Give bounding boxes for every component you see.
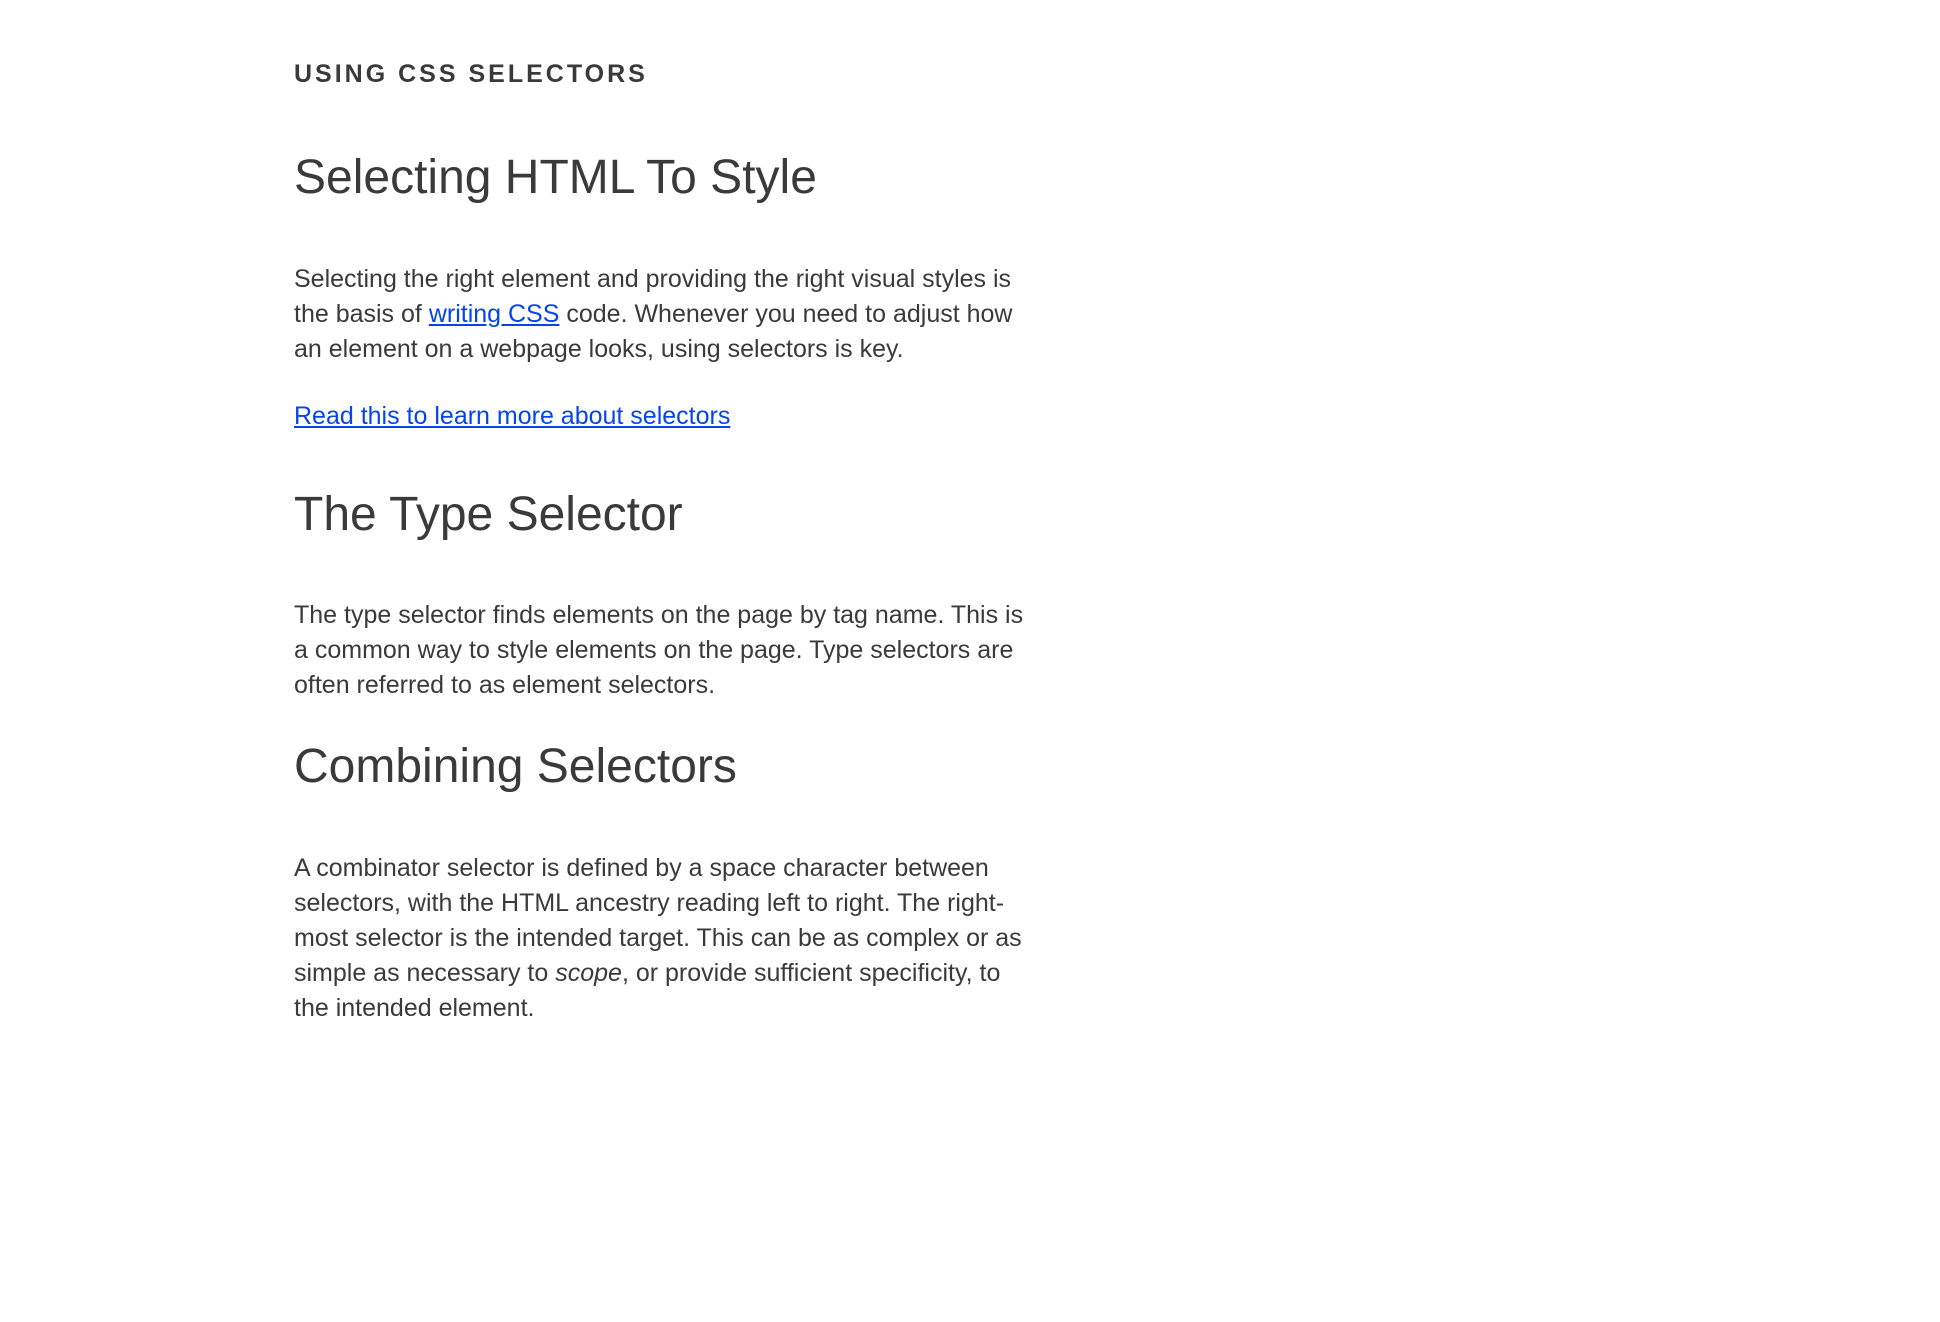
- combining-selectors-body: A combinator selector is defined by a sp…: [294, 851, 1034, 1026]
- page-title: Selecting HTML To Style: [294, 149, 1034, 207]
- intro-paragraph: Selecting the right element and providin…: [294, 262, 1034, 367]
- read-more-link[interactable]: Read this to learn more about selectors: [294, 402, 730, 431]
- scope-emphasis: scope: [555, 959, 622, 987]
- type-selector-section: The Type Selector The type selector find…: [294, 486, 1034, 704]
- type-selector-body: The type selector finds elements on the …: [294, 598, 1034, 703]
- document-container: USING CSS SELECTORS Selecting HTML To St…: [294, 60, 1034, 1026]
- eyebrow-heading: USING CSS SELECTORS: [294, 60, 1034, 89]
- combining-selectors-heading: Combining Selectors: [294, 738, 1034, 796]
- combining-selectors-section: Combining Selectors A combinator selecto…: [294, 738, 1034, 1026]
- type-selector-heading: The Type Selector: [294, 486, 1034, 544]
- writing-css-link[interactable]: writing CSS: [429, 300, 560, 328]
